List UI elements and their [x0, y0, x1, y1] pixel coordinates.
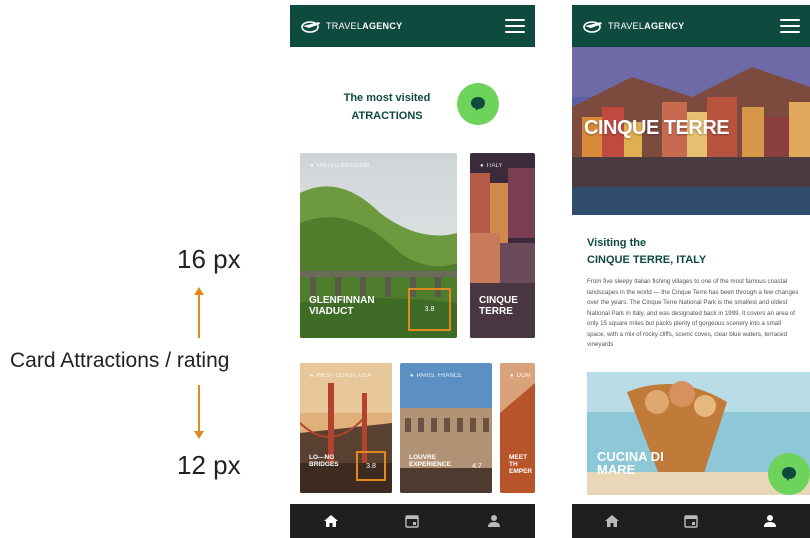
chat-bubble-icon	[782, 467, 796, 481]
logo-light-text: TRAVEL	[608, 21, 645, 31]
card-location: ● PARIS, FRANCE	[410, 373, 463, 379]
logo-light-text: TRAVEL	[326, 21, 363, 31]
user-icon[interactable]	[760, 511, 780, 531]
chat-button[interactable]	[457, 83, 499, 125]
visit-heading: Visiting the CINQUE TERRE, ITALY	[587, 235, 706, 269]
user-icon[interactable]	[484, 511, 504, 531]
menu-button[interactable]	[505, 19, 525, 33]
card-title: LOUVRE EXPERIENCE	[409, 454, 451, 468]
section-title: The most visited ATRACTIONS	[332, 89, 442, 125]
pin-icon: ●	[310, 373, 314, 379]
arrow-down-icon	[194, 431, 204, 439]
visit-heading-line1: Visiting the	[587, 237, 647, 249]
attraction-card-louvre[interactable]: ● PARIS, FRANCE LOUVRE EXPERIENCE 4.7	[400, 363, 492, 493]
section-title-line1: The most visited	[343, 92, 431, 104]
card-title: LO—NG BRIDGES	[309, 454, 339, 468]
bottom-nav	[290, 504, 535, 538]
rating-badge: 3.8	[408, 288, 451, 331]
spacing-line-top	[198, 293, 200, 338]
plane-logo-icon	[582, 18, 604, 34]
section-title-line2: ATRACTIONS	[351, 110, 423, 122]
card-location: ● WEST COAST, USA	[310, 373, 372, 379]
hero-title: CINQUE TERRE	[584, 117, 730, 139]
visit-heading-line2: CINQUE TERRE, ITALY	[587, 254, 707, 266]
spacing-line-bottom	[198, 385, 200, 433]
description-text: From five sleepy Italian fishing village…	[587, 278, 799, 348]
attraction-card-cinque-terre[interactable]: ● ITALY CINQUE TERRE	[470, 153, 535, 338]
calendar-icon[interactable]	[402, 511, 422, 531]
bottom-nav	[572, 504, 810, 538]
attractions-screen: TRAVELAGENCY The most visited ATRACTIONS…	[290, 5, 535, 538]
card-title: MEET TH EMPER	[509, 454, 533, 475]
card-location: ● UNITED KINGDOM	[310, 163, 370, 169]
card-location: ● ITALY	[480, 163, 503, 169]
rating-badge: 4.7	[472, 462, 482, 470]
chat-bubble-icon	[471, 97, 485, 111]
rating-badge: 3.8	[356, 451, 386, 481]
card-location: ● DOM	[510, 373, 531, 379]
chat-button[interactable]	[768, 453, 810, 495]
pin-icon: ●	[480, 163, 484, 169]
annotation-label: Card Attractions / rating	[10, 349, 230, 372]
attraction-card-partial[interactable]: ● DOM MEET TH EMPER	[500, 363, 535, 493]
food-title: CUCINA DI MARE	[597, 449, 664, 477]
top-bar: TRAVELAGENCY	[290, 5, 535, 47]
home-icon[interactable]	[321, 511, 341, 531]
card-title: CINQUE TERRE	[479, 295, 518, 317]
pin-icon: ●	[510, 373, 514, 379]
menu-button[interactable]	[780, 19, 800, 33]
top-spacing-label: 16 px	[177, 244, 241, 274]
top-bar: TRAVELAGENCY	[572, 5, 810, 47]
brand-logo[interactable]: TRAVELAGENCY	[326, 21, 402, 31]
logo-bold-text: AGENCY	[362, 21, 403, 31]
pin-icon: ●	[310, 163, 314, 169]
pin-icon: ●	[410, 373, 414, 379]
bottom-spacing-label: 12 px	[177, 450, 241, 480]
attraction-card-bridges[interactable]: ● WEST COAST, USA LO—NG BRIDGES 3.8	[300, 363, 392, 493]
plane-logo-icon	[300, 18, 322, 34]
logo-bold-text: AGENCY	[644, 21, 685, 31]
brand-logo[interactable]: TRAVELAGENCY	[608, 21, 684, 31]
calendar-icon[interactable]	[681, 511, 701, 531]
card-title: GLENFINNAN VIADUCT	[309, 295, 375, 317]
detail-screen: TRAVELAGENCY CINQUE TERRE Visiting the C…	[572, 5, 810, 538]
home-icon[interactable]	[602, 511, 622, 531]
attraction-card-glenfinnan[interactable]: ● UNITED KINGDOM GLENFINNAN VIADUCT 3.8	[300, 153, 457, 338]
hero-image: CINQUE TERRE	[572, 47, 810, 215]
